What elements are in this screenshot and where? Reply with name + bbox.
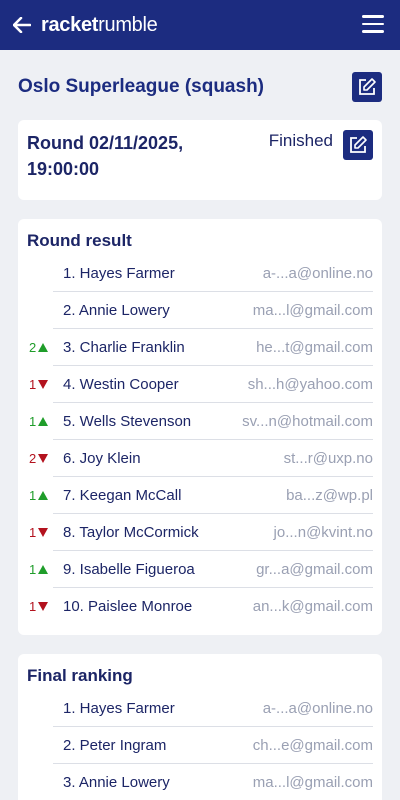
round-card: Round 02/11/2025, 19:00:00 Finished: [18, 120, 382, 200]
player-row[interactable]: 2. Annie Lowery ma...l@gmail.com: [53, 292, 373, 329]
final-ranking-list: 1. Hayes Farmer a-...a@online.no 2. Peter …: [27, 690, 373, 800]
player-row[interactable]: 1. Hayes Farmer a-...a@online.no: [53, 690, 373, 727]
arrow-down-icon: [38, 602, 49, 611]
player-name: 7. Keegan McCall: [63, 486, 182, 504]
rank-change-up: 1: [29, 414, 53, 429]
player-row[interactable]: 1 9. Isabelle Figueroa gr...a@gmail.com: [29, 551, 373, 588]
player-email: ch...e@gmail.com: [252, 736, 373, 754]
app-logo[interactable]: racketrumble: [41, 14, 158, 37]
player-name: 3. Annie Lowery: [63, 774, 170, 791]
player-row[interactable]: 1 10. Paislee Monroe an...k@gmail.com: [29, 588, 373, 625]
player-email: an...k@gmail.com: [252, 598, 373, 615]
edit-icon: [350, 136, 367, 153]
player-name: 10. Paislee Monroe: [63, 598, 193, 615]
top-bar: racketrumble: [0, 0, 400, 50]
back-arrow-icon[interactable]: [12, 15, 32, 35]
arrow-up-icon: [38, 490, 49, 500]
player-email: gr...a@gmail.com: [256, 560, 373, 578]
player-row[interactable]: 1 4. Westin Cooper sh...h@yahoo.com: [29, 366, 373, 403]
final-ranking-card: Final ranking 1. Hayes Farmer a-...a@onli…: [18, 654, 382, 800]
player-email: sv...n@hotmail.com: [242, 412, 373, 430]
player-email: a-...a@online.no: [262, 699, 373, 717]
arrow-up-icon: [38, 342, 49, 352]
edit-round-button[interactable]: [343, 130, 373, 160]
player-email: ma...l@gmail.com: [252, 774, 373, 791]
player-name: 8. Taylor McCormick: [63, 523, 199, 541]
round-status: Finished: [268, 131, 333, 150]
round-result-card: Round result 1. Hayes Farmer a-...a@onlin…: [18, 219, 382, 635]
player-email: jo...n@kvint.no: [273, 523, 373, 541]
player-row[interactable]: 1 7. Keegan McCall ba...z@wp.pl: [29, 477, 373, 514]
rank-change-up: 1: [29, 562, 53, 577]
player-row[interactable]: 2 3. Charlie Franklin he...t@gmail.com: [29, 329, 373, 366]
player-email: st...r@uxp.no: [283, 449, 373, 467]
player-row[interactable]: 3. Annie Lowery ma...l@gmail.com: [53, 764, 373, 800]
section-title: Round result: [27, 231, 132, 250]
player-email: ma...l@gmail.com: [252, 301, 373, 319]
player-name: 6. Joy Klein: [63, 449, 141, 467]
rank-change-down: 2: [29, 451, 53, 466]
league-header: Oslo Superleague (squash): [18, 50, 382, 120]
arrow-down-icon: [38, 453, 49, 463]
arrow-down-icon: [38, 527, 49, 537]
page-title: Oslo Superleague (squash): [18, 76, 264, 97]
arrow-up-icon: [38, 416, 49, 426]
arrow-down-icon: [38, 379, 49, 389]
rank-change-down: 1: [29, 525, 53, 540]
player-name: 9. Isabelle Figueroa: [63, 560, 195, 578]
section-title: Final ranking: [27, 666, 133, 685]
player-email: sh...h@yahoo.com: [247, 375, 373, 393]
rank-change-down: 1: [29, 599, 53, 614]
player-email: he...t@gmail.com: [256, 338, 373, 356]
player-email: a-...a@online.no: [262, 264, 373, 282]
rank-change-down: 1: [29, 377, 53, 392]
edit-icon: [359, 78, 376, 95]
player-name: 1. Hayes Farmer: [63, 699, 175, 717]
player-row[interactable]: 2. Peter Ingram ch...e@gmail.com: [53, 727, 373, 764]
player-row[interactable]: 1 8. Taylor McCormick jo...n@kvint.no: [29, 514, 373, 551]
player-name: 1. Hayes Farmer: [63, 264, 175, 282]
player-row[interactable]: 1. Hayes Farmer a-...a@online.no: [53, 255, 373, 292]
player-row[interactable]: 2 6. Joy Klein st...r@uxp.no: [29, 440, 373, 477]
round-result-list: 1. Hayes Farmer a-...a@online.no 2. Annie …: [27, 255, 373, 625]
rank-change-up: 2: [29, 340, 53, 355]
hamburger-menu-icon[interactable]: [362, 15, 384, 35]
player-email: ba...z@wp.pl: [286, 486, 373, 504]
player-name: 2. Peter Ingram: [63, 736, 167, 754]
player-name: 4. Westin Cooper: [63, 375, 179, 393]
player-name: 3. Charlie Franklin: [63, 338, 185, 356]
arrow-up-icon: [38, 564, 49, 574]
player-row[interactable]: 1 5. Wells Stevenson sv...n@hotmail.com: [29, 403, 373, 440]
player-name: 2. Annie Lowery: [63, 301, 170, 319]
rank-change-up: 1: [29, 488, 53, 503]
round-title: Round 02/11/2025, 19:00:00: [27, 133, 184, 179]
edit-league-button[interactable]: [352, 72, 382, 102]
player-name: 5. Wells Stevenson: [63, 412, 192, 430]
